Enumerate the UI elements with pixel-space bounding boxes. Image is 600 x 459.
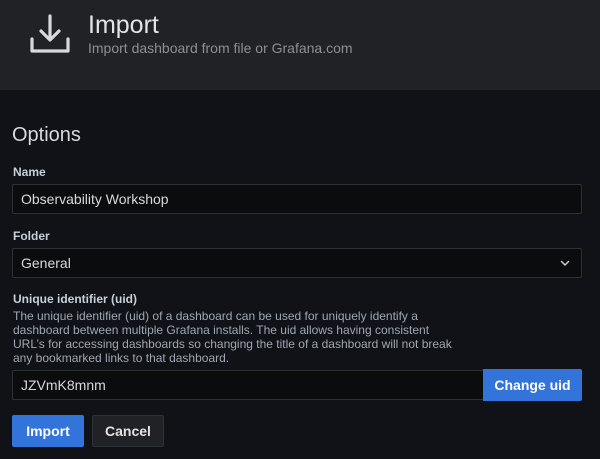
name-input[interactable]: Observability Workshop — [12, 184, 582, 214]
page-subtitle: Import dashboard from file or Grafana.co… — [88, 40, 353, 56]
uid-description: The unique identifier (uid) of a dashboa… — [13, 309, 452, 365]
chevron-down-icon — [560, 260, 570, 266]
page-title: Import — [88, 11, 159, 39]
cancel-button[interactable]: Cancel — [92, 415, 164, 447]
options-heading: Options — [12, 124, 81, 146]
folder-select-value: General — [21, 255, 71, 271]
uid-label: Unique identifier (uid) — [13, 292, 137, 306]
import-button[interactable]: Import — [12, 415, 84, 447]
folder-label: Folder — [13, 229, 50, 243]
page-header: Import Import dashboard from file or Gra… — [0, 0, 600, 90]
download-icon — [30, 14, 70, 53]
name-label: Name — [13, 165, 46, 179]
uid-input[interactable]: JZVmK8mnm — [12, 370, 484, 400]
folder-select[interactable]: General — [12, 248, 582, 278]
change-uid-button[interactable]: Change uid — [483, 369, 582, 401]
